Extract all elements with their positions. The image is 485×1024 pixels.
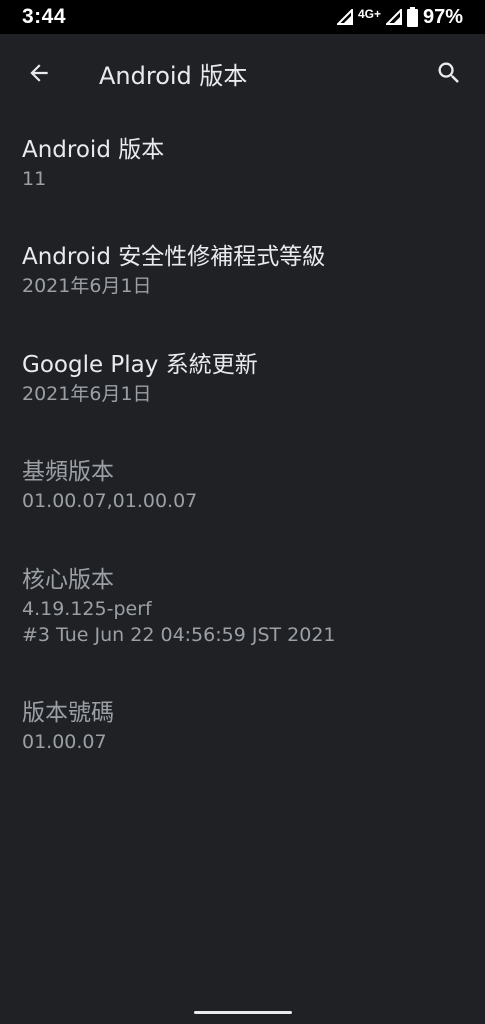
search-icon	[438, 62, 459, 83]
search-button[interactable]	[427, 51, 471, 95]
pref-build-number: 版本號碼 01.00.07	[22, 697, 462, 755]
status-time: 3:44	[22, 5, 67, 28]
pref-summary: 11	[22, 168, 47, 190]
pref-google-play-system-update[interactable]: Google Play 系統更新 2021年6月1日	[22, 349, 462, 407]
pref-security-patch-level[interactable]: Android 安全性修補程式等級 2021年6月1日	[22, 241, 462, 299]
back-button[interactable]	[19, 53, 59, 93]
pref-title: 核心版本	[22, 567, 114, 593]
pref-title: 版本號碼	[22, 700, 114, 726]
pref-title: Android 安全性修補程式等級	[22, 244, 326, 270]
pref-summary: 01.00.07	[22, 731, 107, 753]
pref-android-version[interactable]: Android 版本 11	[22, 134, 462, 192]
status-bar: 3:44 4G+ 97%	[0, 0, 485, 34]
status-icons: 4G+ 97%	[336, 5, 463, 29]
pref-kernel-version: 核心版本 4.19.125-perf #3 Tue Jun 22 04:56:5…	[22, 564, 462, 648]
pref-summary: 4.19.125-perf #3 Tue Jun 22 04:56:59 JST…	[22, 598, 336, 646]
pref-baseband-version: 基頻版本 01.00.07,01.00.07	[22, 456, 462, 514]
arrow-back-icon	[30, 64, 48, 82]
battery-percent: 97%	[422, 5, 463, 28]
signal-icon	[385, 9, 402, 25]
signal-icon	[336, 9, 353, 25]
pref-title: Google Play 系統更新	[22, 352, 258, 378]
pref-summary: 2021年6月1日	[22, 275, 152, 297]
page-title: Android 版本	[99, 62, 248, 90]
pref-title: Android 版本	[22, 137, 165, 163]
battery-icon	[406, 7, 418, 27]
pref-summary: 2021年6月1日	[22, 383, 152, 405]
gesture-nav-handle[interactable]	[194, 1011, 292, 1014]
pref-summary: 01.00.07,01.00.07	[22, 490, 198, 512]
pref-title: 基頻版本	[22, 459, 114, 485]
app-bar: Android 版本	[0, 34, 485, 110]
network-type-label: 4G+	[357, 7, 381, 21]
